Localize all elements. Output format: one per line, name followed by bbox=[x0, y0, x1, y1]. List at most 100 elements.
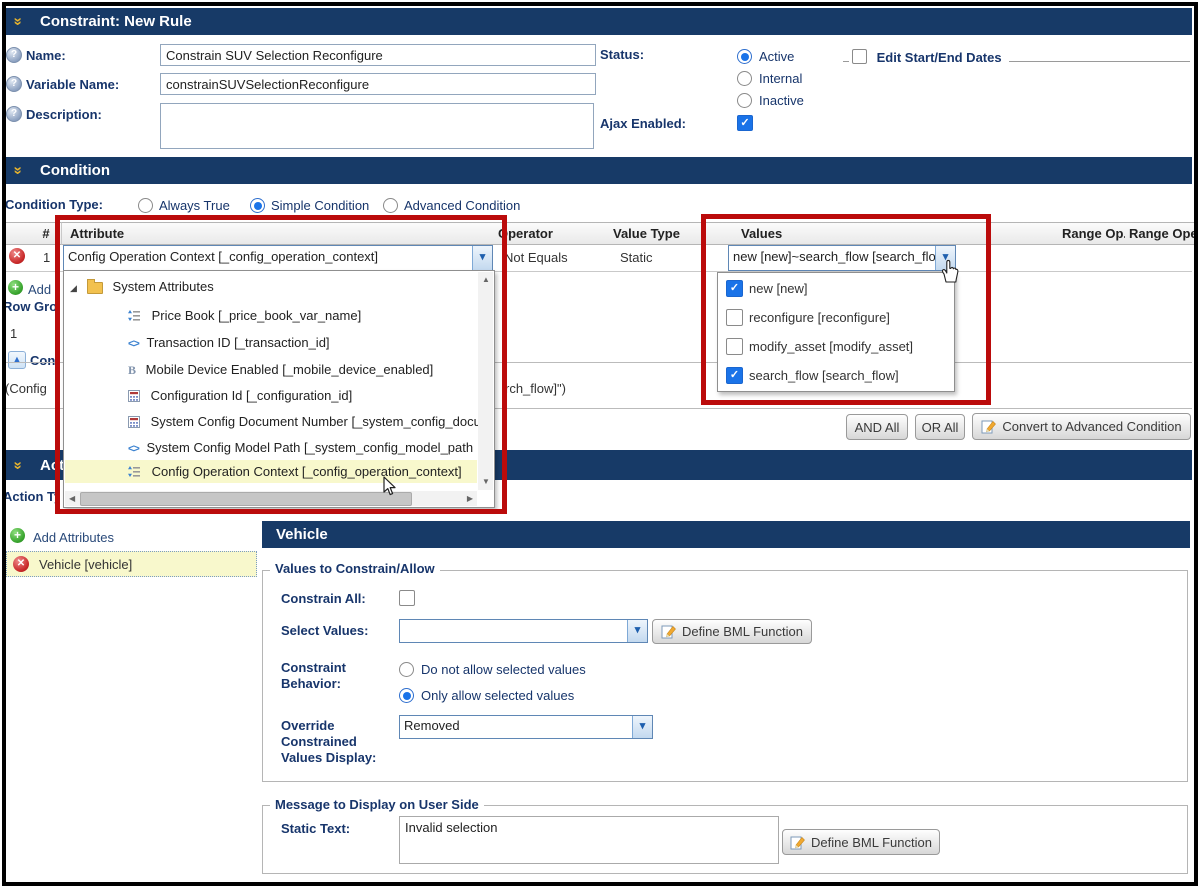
constrain-all-checkbox[interactable] bbox=[399, 590, 415, 606]
message-legend: Message to Display on User Side bbox=[270, 797, 484, 812]
collapse-chevrons-icon[interactable]: « bbox=[9, 168, 26, 174]
behavior-radio-only-allow[interactable] bbox=[399, 688, 414, 703]
ajax-enabled-label: Ajax Enabled: bbox=[600, 116, 686, 131]
value-type-cell: Static bbox=[620, 250, 653, 265]
tree-item[interactable]: Configuration Id [_configuration_id] bbox=[128, 388, 352, 403]
chevron-down-icon[interactable]: ▾ bbox=[632, 716, 652, 738]
plus-icon[interactable]: + bbox=[8, 280, 23, 295]
value-checkbox[interactable] bbox=[726, 338, 743, 355]
convert-to-advanced-button[interactable]: Convert to Advanced Condition bbox=[972, 413, 1191, 440]
edit-dates-checkbox[interactable] bbox=[852, 49, 867, 64]
code-icon: <> bbox=[128, 443, 139, 455]
delete-item-icon[interactable]: ✕ bbox=[13, 556, 29, 572]
grid-icon bbox=[128, 416, 140, 428]
collapse-chevrons-icon[interactable]: « bbox=[9, 463, 26, 469]
tree-item[interactable]: System Config Document Number [_system_c… bbox=[128, 414, 478, 429]
delete-row-icon[interactable]: ✕ bbox=[9, 248, 25, 264]
grid-icon bbox=[128, 390, 140, 402]
tree-item[interactable]: <> System Config Model Path [_system_con… bbox=[128, 440, 478, 455]
action-item-row[interactable]: ✕ Vehicle [vehicle] bbox=[6, 551, 257, 577]
tree-expanded-icon[interactable]: ◢ bbox=[70, 283, 77, 293]
constraint-rule-page: « Constraint: New Rule ? Name: ? Variabl… bbox=[0, 0, 1198, 888]
edit-page-icon bbox=[981, 419, 997, 434]
select-values-label: Select Values: bbox=[281, 623, 368, 638]
scrollbar-thumb[interactable] bbox=[80, 492, 412, 506]
name-label: Name: bbox=[26, 48, 66, 63]
description-label: Description: bbox=[26, 107, 102, 122]
help-icon[interactable]: ? bbox=[6, 76, 22, 92]
values-menu-item[interactable]: reconfigure [reconfigure] bbox=[718, 302, 954, 331]
values-dropdown-menu: ✓ new [new] reconfigure [reconfigure] mo… bbox=[717, 272, 955, 392]
condition-type-radio-always-true[interactable] bbox=[138, 198, 153, 213]
status-radio-internal[interactable] bbox=[737, 71, 752, 86]
chevron-down-icon[interactable]: ▾ bbox=[935, 246, 955, 270]
tree-item[interactable]: <> Transaction ID [_transaction_id] bbox=[128, 335, 330, 350]
scroll-up-icon[interactable]: ▲ bbox=[482, 276, 490, 284]
status-radio-active[interactable] bbox=[737, 49, 752, 64]
values-select-value: new [new]~search_flow [search_flo bbox=[729, 246, 935, 270]
override-display-select[interactable]: Removed ▾ bbox=[399, 715, 653, 739]
plus-icon[interactable]: + bbox=[10, 528, 25, 543]
horizontal-scrollbar[interactable]: ◀ ▶ bbox=[65, 491, 477, 506]
grid-header-range-ope: Range Ope bbox=[1125, 222, 1196, 245]
scroll-left-icon[interactable]: ◀ bbox=[69, 495, 75, 503]
behavior-option-label: Do not allow selected values bbox=[421, 662, 586, 677]
define-bml-function-button[interactable]: Define BML Function bbox=[652, 619, 812, 644]
folder-icon bbox=[87, 282, 103, 294]
variable-name-input[interactable] bbox=[160, 73, 596, 95]
scroll-right-icon[interactable]: ▶ bbox=[467, 495, 473, 503]
edit-page-icon bbox=[661, 624, 677, 639]
page-title: Constraint: New Rule bbox=[40, 13, 192, 30]
status-radio-inactive[interactable] bbox=[737, 93, 752, 108]
condition-type-option-label: Advanced Condition bbox=[404, 198, 520, 213]
tree-item[interactable]: B Mobile Device Enabled [_mobile_device_… bbox=[128, 362, 433, 378]
row-number: 1 bbox=[43, 250, 50, 265]
values-to-constrain-legend: Values to Constrain/Allow bbox=[270, 561, 440, 576]
description-textarea[interactable] bbox=[160, 103, 594, 149]
tree-root-row[interactable]: ◢ System Attributes bbox=[70, 279, 214, 294]
value-checkbox[interactable] bbox=[726, 309, 743, 326]
select-values-select[interactable]: ▾ bbox=[399, 619, 648, 643]
attribute-select[interactable]: Config Operation Context [_config_operat… bbox=[63, 245, 493, 271]
value-checkbox[interactable]: ✓ bbox=[726, 367, 743, 384]
values-menu-item[interactable]: ✓ new [new] bbox=[718, 273, 954, 302]
help-icon[interactable]: ? bbox=[6, 106, 22, 122]
constraint-header-bar: « Constraint: New Rule bbox=[6, 8, 1192, 35]
vehicle-panel-bar: Vehicle bbox=[262, 521, 1190, 548]
and-all-button[interactable]: AND All bbox=[846, 414, 908, 440]
name-input[interactable] bbox=[160, 44, 596, 66]
vertical-scrollbar[interactable]: ▲ ▼ bbox=[478, 272, 493, 490]
tree-item-selected[interactable]: Config Operation Context [_config_operat… bbox=[128, 464, 462, 479]
static-text-textarea[interactable]: Invalid selection bbox=[399, 816, 779, 864]
status-option-label: Active bbox=[759, 49, 794, 64]
collapse-toggle-icon[interactable]: ▲ bbox=[8, 351, 26, 369]
tree-item[interactable]: Price Book [_price_book_var_name] bbox=[128, 308, 361, 323]
grid-header-range-op: Range Op... bbox=[1058, 222, 1129, 245]
chevron-down-icon[interactable]: ▾ bbox=[627, 620, 647, 642]
value-checkbox[interactable]: ✓ bbox=[726, 280, 743, 297]
collapse-chevrons-icon[interactable]: « bbox=[9, 19, 26, 25]
code-icon: <> bbox=[128, 338, 139, 350]
ajax-enabled-checkbox[interactable]: ✓ bbox=[737, 115, 753, 131]
add-row-link[interactable]: Add Row bbox=[28, 282, 58, 297]
behavior-option-label: Only allow selected values bbox=[421, 688, 574, 703]
or-all-button[interactable]: OR All bbox=[915, 414, 965, 440]
edit-page-icon bbox=[790, 835, 806, 850]
help-icon[interactable]: ? bbox=[6, 47, 22, 63]
define-bml-function-button[interactable]: Define BML Function bbox=[782, 829, 940, 855]
add-attributes-link[interactable]: Add Attributes bbox=[33, 530, 114, 545]
condition-type-radio-advanced[interactable] bbox=[383, 198, 398, 213]
behavior-radio-do-not-allow[interactable] bbox=[399, 662, 414, 677]
condition-type-radio-simple[interactable] bbox=[250, 198, 265, 213]
values-menu-item[interactable]: ✓ search_flow [search_flow] bbox=[718, 360, 954, 389]
attribute-tree-dropdown: ◢ System Attributes Price Book [_price_b… bbox=[63, 270, 495, 508]
chevron-down-icon[interactable]: ▾ bbox=[472, 246, 492, 270]
values-select[interactable]: new [new]~search_flow [search_flo ▾ bbox=[728, 245, 956, 271]
scroll-down-icon[interactable]: ▼ bbox=[482, 478, 490, 486]
static-text-label: Static Text: bbox=[281, 821, 350, 836]
row-grouping-label: Row Grouping bbox=[3, 299, 58, 314]
override-display-value: Removed bbox=[400, 716, 632, 738]
condition-expression-right: rch_flow]") bbox=[505, 381, 566, 396]
grid-header-operator: Operator bbox=[490, 222, 613, 245]
values-menu-item[interactable]: modify_asset [modify_asset] bbox=[718, 331, 954, 360]
